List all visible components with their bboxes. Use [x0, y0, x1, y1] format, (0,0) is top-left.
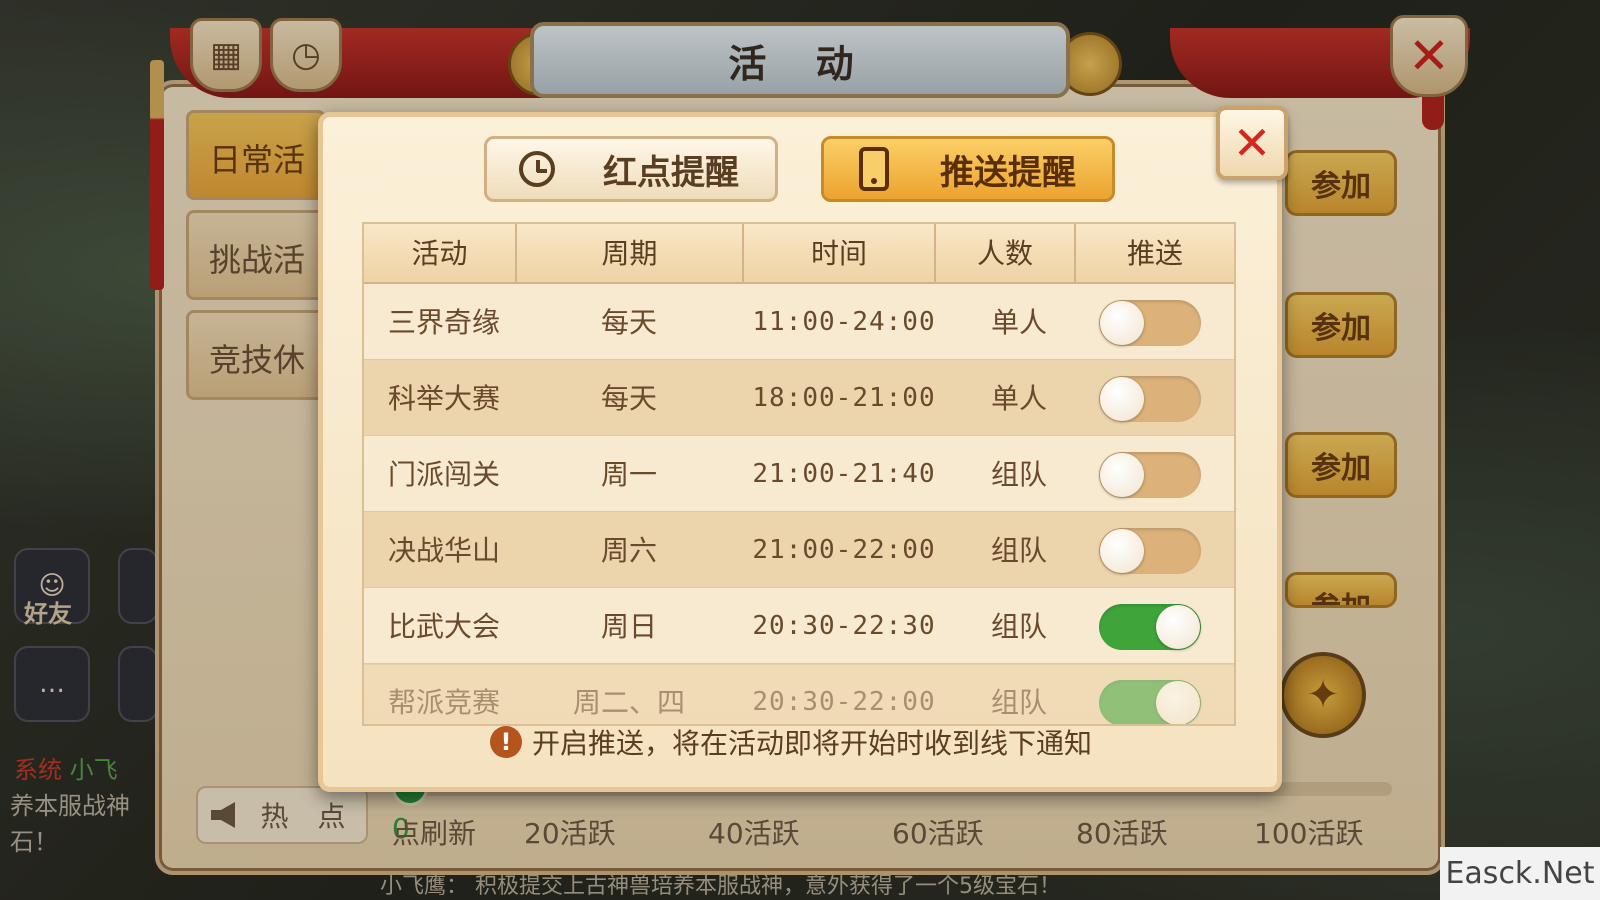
toggle-knob: [1100, 301, 1144, 345]
push-notice: ! 开启推送，将在活动即将开始时收到线下通知: [490, 722, 1092, 762]
activity-people-cell: 单人: [990, 382, 1047, 415]
activity-people-cell: 组队: [990, 534, 1047, 567]
activity-name-cell: 比武大会: [388, 610, 501, 643]
toggle-knob: [1100, 529, 1144, 573]
activity-people-cell: 组队: [990, 610, 1047, 643]
dialog-close-button[interactable]: ✕: [1216, 106, 1288, 180]
watermark: Easck.Net: [1440, 847, 1600, 900]
push-toggle[interactable]: [1099, 452, 1201, 498]
activity-name-cell: 门派闯关: [388, 458, 501, 491]
alarm-clock-icon: [515, 147, 559, 191]
table-row: 决战华山 周六 21:00-22:00 组队: [364, 512, 1234, 589]
push-toggle[interactable]: [1099, 376, 1201, 422]
activity-time-cell: 11:00-24:00: [752, 307, 936, 337]
close-icon: ✕: [1232, 116, 1272, 170]
activity-name-cell: 帮派竞赛: [388, 686, 501, 719]
activity-cycle-cell: 每天: [600, 306, 657, 339]
column-time: 时间: [744, 224, 936, 284]
push-notice-text: 开启推送，将在活动即将开始时收到线下通知: [532, 727, 1093, 760]
exclamation-icon: !: [490, 726, 522, 758]
push-reminder-label: 推送提醒: [940, 152, 1076, 193]
push-reminder-tab[interactable]: 推送提醒: [821, 136, 1115, 202]
table-row: 比武大会 周日 20:30-22:30 组队: [364, 588, 1234, 665]
activity-time-cell: 20:30-22:30: [752, 611, 936, 641]
table-row: 科举大赛 每天 18:00-21:00 单人: [364, 360, 1234, 437]
phone-icon: [852, 147, 896, 191]
activity-time-cell: 21:00-21:40: [752, 459, 936, 489]
push-schedule-table: 活动 周期 时间 人数 推送 三界奇缘 每天 11:00-24:00 单人 科举大赛 每天…: [362, 222, 1236, 726]
activity-time-cell: 20:30-22:00: [752, 687, 936, 717]
toggle-knob: [1100, 377, 1144, 421]
red-dot-reminder-label: 红点提醒: [603, 152, 739, 193]
activity-name-cell: 决战华山: [388, 534, 501, 567]
table-row: 三界奇缘 每天 11:00-24:00 单人: [364, 284, 1234, 361]
activity-cycle-cell: 周一: [600, 458, 657, 491]
activity-time-cell: 18:00-21:00: [752, 383, 936, 413]
push-toggle[interactable]: [1099, 528, 1201, 574]
activity-time-cell: 21:00-22:00: [752, 535, 936, 565]
table-row: 门派闯关 周一 21:00-21:40 组队: [364, 436, 1234, 513]
toggle-knob: [1100, 453, 1144, 497]
column-people: 人数: [936, 224, 1076, 284]
activity-cycle-cell: 每天: [600, 382, 657, 415]
column-activity: 活动: [364, 224, 517, 284]
activity-cycle-cell: 周日: [600, 610, 657, 643]
activity-people-cell: 组队: [990, 686, 1047, 719]
push-toggle[interactable]: [1099, 680, 1201, 724]
activity-people-cell: 单人: [990, 306, 1047, 339]
activity-name-cell: 三界奇缘: [388, 306, 501, 339]
activity-cycle-cell: 周二、四: [572, 686, 685, 719]
activity-name-cell: 科举大赛: [388, 382, 501, 415]
toggle-knob: [1156, 605, 1200, 649]
toggle-knob: [1156, 681, 1200, 724]
column-push: 推送: [1126, 237, 1183, 270]
activity-cycle-cell: 周六: [600, 534, 657, 567]
column-cycle: 周期: [517, 224, 744, 284]
push-toggle[interactable]: [1099, 604, 1201, 650]
table-row: 帮派竞赛 周二、四 20:30-22:00 组队: [364, 664, 1234, 724]
red-dot-reminder-tab[interactable]: 红点提醒: [484, 136, 778, 202]
table-header: 活动 周期 时间 人数 推送: [364, 224, 1234, 284]
push-toggle[interactable]: [1099, 300, 1201, 346]
activity-people-cell: 组队: [990, 458, 1047, 491]
